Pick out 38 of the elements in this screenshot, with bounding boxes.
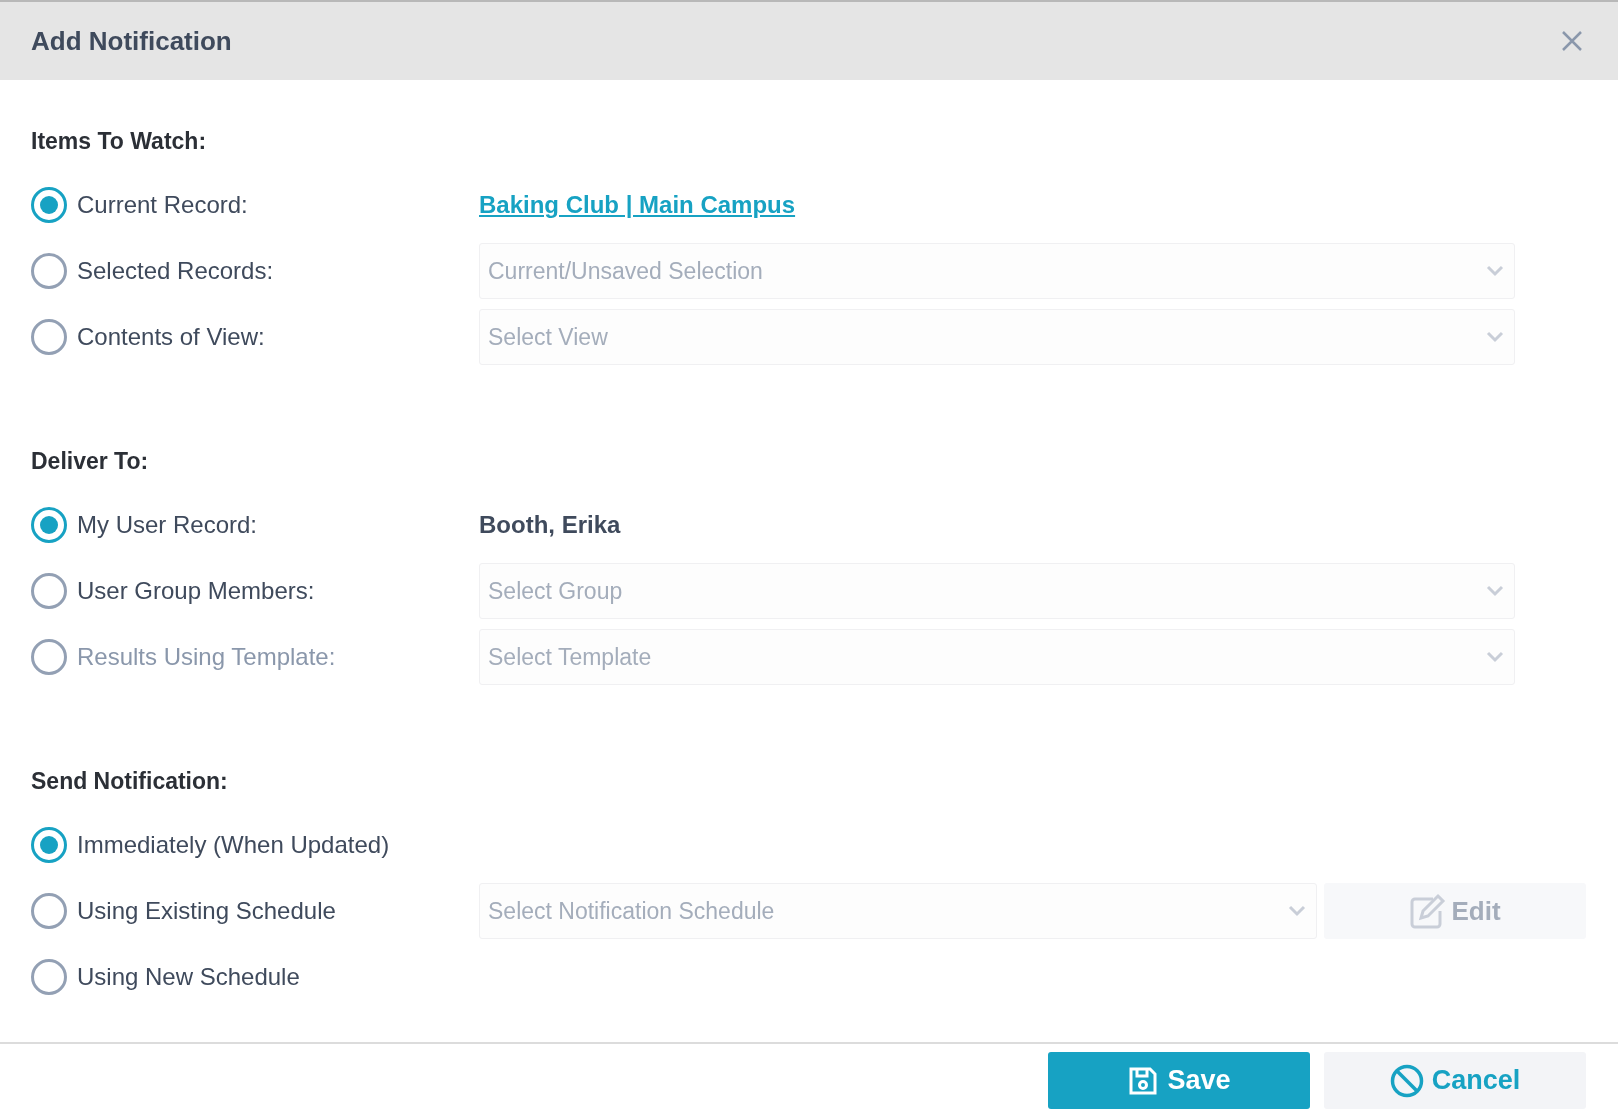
select-placeholder: Select View — [488, 323, 608, 351]
option-label: Using New Schedule — [77, 963, 300, 991]
select-placeholder: Current/Unsaved Selection — [488, 257, 763, 285]
section-heading: Deliver To: — [31, 448, 150, 474]
radio-button[interactable] — [31, 573, 67, 609]
option-label: My User Record: — [77, 511, 258, 539]
edit-icon — [1409, 893, 1448, 929]
select-placeholder: Select Notification Schedule — [488, 897, 775, 925]
option-label: User Group Members: — [77, 577, 315, 605]
prohibited-icon — [1389, 1063, 1424, 1098]
option-label: Contents of View: — [77, 323, 265, 351]
radio-button[interactable] — [31, 319, 67, 355]
cancel-button[interactable]: Cancel — [1324, 1052, 1586, 1109]
section-heading: Items To Watch: — [31, 128, 208, 154]
radio-button[interactable] — [31, 959, 67, 995]
close-icon — [1561, 30, 1583, 52]
save-button[interactable]: Save — [1048, 1052, 1310, 1109]
chevron-down-icon — [1486, 585, 1504, 597]
select-placeholder: Select Group — [488, 577, 623, 605]
option-label: Current Record: — [77, 191, 248, 219]
radio-button[interactable] — [31, 187, 67, 223]
dialog-title: Add Notification — [31, 25, 232, 57]
radio-button[interactable] — [31, 507, 67, 543]
option-label: Immediately (When Updated) — [77, 831, 390, 859]
chevron-down-icon — [1288, 905, 1306, 917]
section-heading: Send Notification: — [31, 768, 229, 794]
chevron-down-icon — [1486, 651, 1504, 663]
radio-button[interactable] — [31, 253, 67, 289]
chevron-down-icon — [1486, 265, 1504, 277]
radio-button[interactable] — [31, 893, 67, 929]
option-label: Results Using Template: — [77, 643, 336, 671]
user-name: Booth, Erika — [479, 511, 621, 539]
option-label: Using Existing Schedule — [77, 897, 336, 925]
option-label: Selected Records: — [77, 257, 274, 285]
radio-button[interactable] — [31, 827, 67, 863]
select-placeholder: Select Template — [488, 643, 652, 671]
chevron-down-icon — [1486, 331, 1504, 343]
record-link[interactable]: Baking Club | Main Campus — [479, 191, 796, 219]
